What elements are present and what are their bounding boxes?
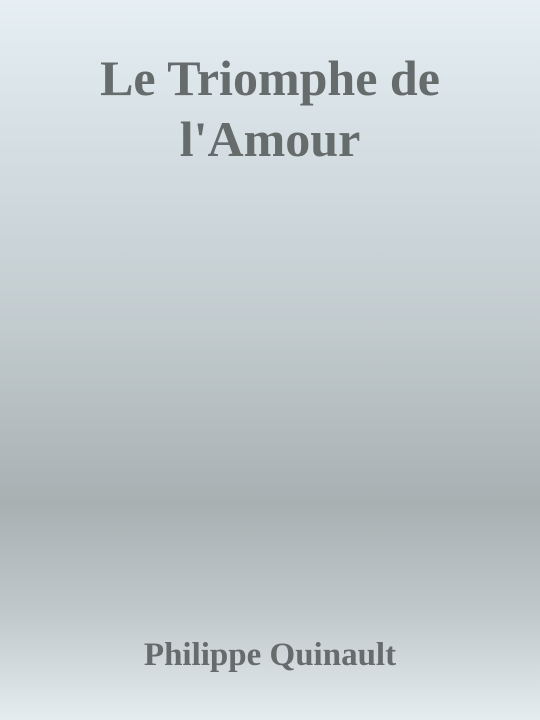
book-title-line-2: l'Amour <box>179 111 361 167</box>
book-title: Le Triomphe de l'Amour <box>0 48 540 170</box>
book-cover: Le Triomphe de l'Amour Philippe Quinault <box>0 0 540 720</box>
book-title-line-1: Le Triomphe de <box>100 50 440 106</box>
book-author: Philippe Quinault <box>143 637 397 673</box>
